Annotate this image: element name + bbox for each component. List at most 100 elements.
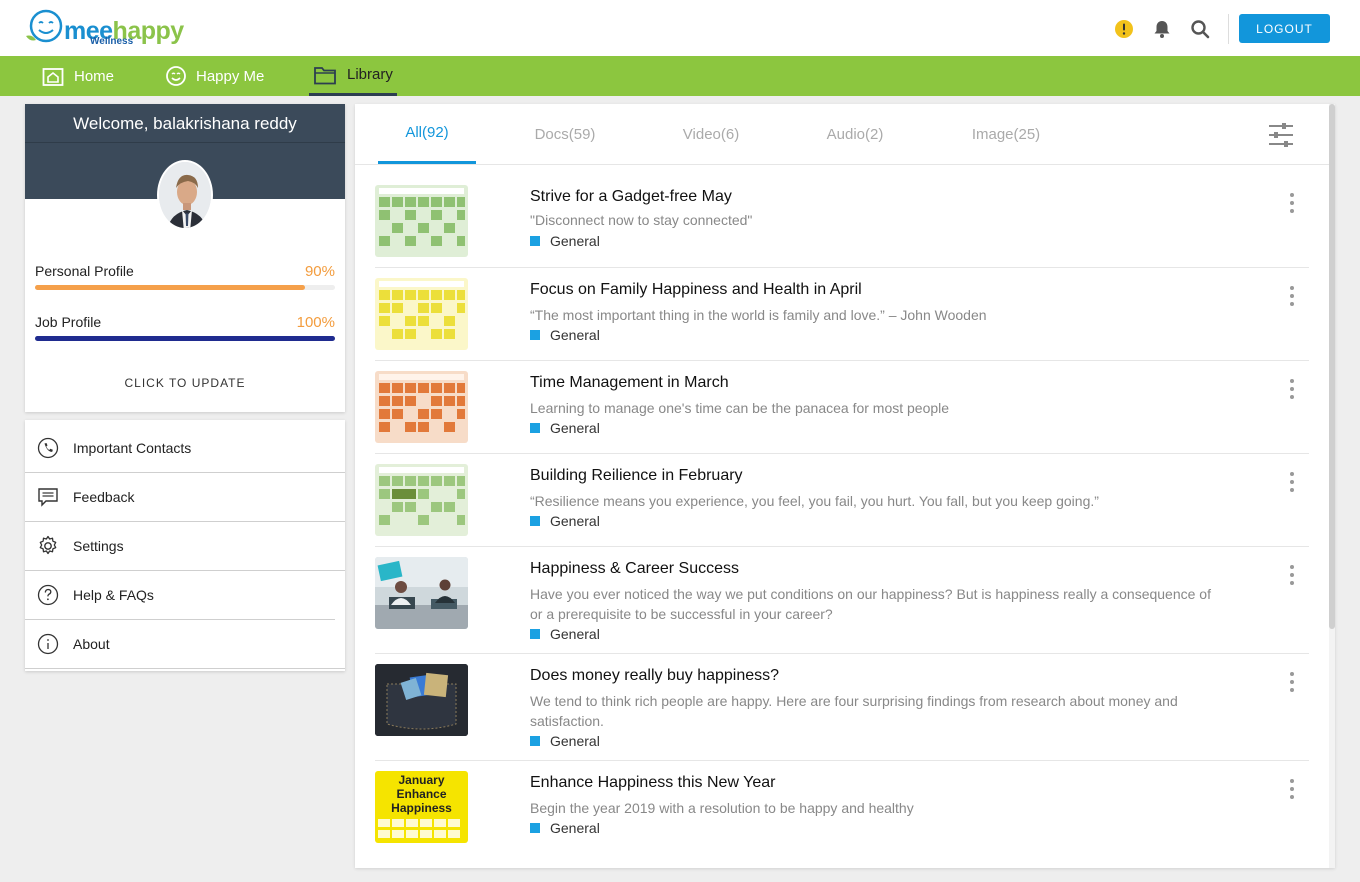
item-thumbnail	[375, 464, 468, 536]
item-thumbnail	[375, 557, 468, 629]
item-title: Enhance Happiness this New Year	[530, 774, 776, 791]
item-thumbnail	[375, 278, 468, 350]
menu-feedback-label: Feedback	[73, 489, 135, 505]
tab-all[interactable]: All(92)	[378, 104, 476, 164]
avatar[interactable]	[157, 160, 213, 230]
item-thumbnail	[375, 185, 468, 257]
item-category: General	[530, 820, 600, 836]
nav-home[interactable]: Home	[42, 56, 114, 96]
item-category: General	[530, 733, 600, 749]
item-category-label: General	[550, 513, 600, 529]
job-profile-label: Job Profile	[35, 314, 102, 330]
search-icon[interactable]	[1190, 19, 1210, 39]
alert-icon[interactable]	[1114, 19, 1134, 39]
personal-profile-bar-fill	[35, 285, 305, 290]
library-item[interactable]: Does money really buy happiness? We tend…	[375, 654, 1309, 761]
welcome-text: Welcome, balakrishana reddy	[73, 114, 297, 133]
tab-image[interactable]: Image(25)	[956, 104, 1056, 164]
category-square-icon	[530, 736, 540, 746]
item-description: Begin the year 2019 with a resolution to…	[530, 800, 914, 816]
main-nav: Home Happy Me Library	[0, 56, 1360, 96]
personal-profile-percent: 90%	[304, 263, 335, 280]
item-category-label: General	[550, 327, 600, 343]
item-description: Have you ever noticed the way we put con…	[530, 586, 1211, 622]
library-item[interactable]: Focus on Family Happiness and Health in …	[375, 268, 1309, 361]
tab-video[interactable]: Video(6)	[661, 104, 761, 164]
library-item[interactable]: Happiness & Career Success Have you ever…	[375, 547, 1309, 654]
job-profile-bar-fill	[35, 336, 335, 341]
more-options-icon[interactable]	[1285, 672, 1299, 692]
click-to-update-link[interactable]: CLICK TO UPDATE	[25, 376, 345, 390]
item-category-label: General	[550, 626, 600, 642]
item-thumbnail	[375, 664, 468, 736]
nav-library[interactable]: Library	[309, 56, 397, 96]
item-category-label: General	[550, 233, 600, 249]
profile-header: Welcome, balakrishana reddy	[25, 104, 345, 230]
folder-icon	[314, 66, 336, 84]
category-square-icon	[530, 629, 540, 639]
job-profile-bar	[35, 336, 335, 341]
menu-about[interactable]: About	[25, 620, 345, 669]
library-item[interactable]: Strive for a Gadget-free May "Disconnect…	[375, 175, 1309, 268]
item-title: Focus on Family Happiness and Health in …	[530, 281, 862, 298]
more-options-icon[interactable]	[1285, 565, 1299, 585]
tab-docs[interactable]: Docs(59)	[515, 104, 615, 164]
library-item[interactable]: January Enhance Happiness Enhance Happin…	[375, 761, 1309, 854]
item-description: We tend to think rich people are happy. …	[530, 693, 1178, 729]
item-description: "Disconnect now to stay connected"	[530, 212, 753, 228]
top-header: meehappy Wellness LOGOUT	[0, 0, 1360, 56]
category-square-icon	[530, 236, 540, 246]
category-square-icon	[530, 823, 540, 833]
side-menu: Important Contacts Feedback Settings Hel…	[25, 420, 345, 671]
library-item[interactable]: Building Reilience in February “Resilien…	[375, 454, 1309, 547]
library-item[interactable]: Time Management in March Learning to man…	[375, 361, 1309, 454]
menu-about-label: About	[73, 636, 110, 652]
item-thumbnail: January Enhance Happiness	[375, 771, 468, 843]
smiley-icon	[166, 66, 186, 86]
meehappy-logo[interactable]: meehappy Wellness	[24, 6, 184, 48]
item-category-label: General	[550, 733, 600, 749]
category-square-icon	[530, 423, 540, 433]
scrollbar-thumb[interactable]	[1329, 104, 1335, 629]
job-profile-percent: 100%	[296, 314, 335, 331]
menu-settings[interactable]: Settings	[25, 522, 345, 571]
more-options-icon[interactable]	[1285, 379, 1299, 399]
item-category: General	[530, 626, 600, 642]
item-category: General	[530, 233, 600, 249]
smiley-logo-icon	[26, 9, 63, 43]
filter-sliders-icon[interactable]	[1267, 122, 1295, 148]
tab-audio[interactable]: Audio(2)	[805, 104, 905, 164]
logo-subtitle: Wellness	[90, 36, 134, 47]
item-category: General	[530, 327, 600, 343]
menu-feedback[interactable]: Feedback	[25, 473, 345, 522]
chat-icon	[38, 488, 58, 507]
menu-settings-label: Settings	[73, 538, 124, 554]
menu-important-contacts[interactable]: Important Contacts	[25, 424, 345, 473]
welcome-divider	[25, 142, 345, 143]
more-options-icon[interactable]	[1285, 286, 1299, 306]
item-title: Does money really buy happiness?	[530, 667, 780, 684]
nav-library-label: Library	[347, 66, 393, 83]
nav-home-label: Home	[74, 67, 115, 85]
menu-help-faqs[interactable]: Help & FAQs	[25, 571, 335, 620]
item-title: Building Reilience in February	[530, 467, 743, 484]
nav-happy-me[interactable]: Happy Me	[164, 56, 264, 96]
item-title: Time Management in March	[530, 374, 729, 391]
home-icon	[42, 68, 64, 86]
item-title: Happiness & Career Success	[530, 560, 739, 577]
more-options-icon[interactable]	[1285, 779, 1299, 799]
item-description: “Resilience means you experience, you fe…	[530, 493, 1099, 509]
item-description: “The most important thing in the world i…	[530, 307, 987, 323]
header-divider	[1228, 14, 1229, 44]
more-options-icon[interactable]	[1285, 193, 1299, 213]
category-square-icon	[530, 330, 540, 340]
item-category: General	[530, 513, 600, 529]
library-tabs: All(92) Docs(59) Video(6) Audio(2) Image…	[355, 104, 1330, 165]
category-square-icon	[530, 516, 540, 526]
phone-icon	[37, 437, 59, 459]
logout-button[interactable]: LOGOUT	[1239, 14, 1330, 43]
more-options-icon[interactable]	[1285, 472, 1299, 492]
item-category: General	[530, 420, 600, 436]
bell-icon[interactable]	[1152, 19, 1172, 39]
library-scrollbar[interactable]	[1329, 104, 1335, 868]
